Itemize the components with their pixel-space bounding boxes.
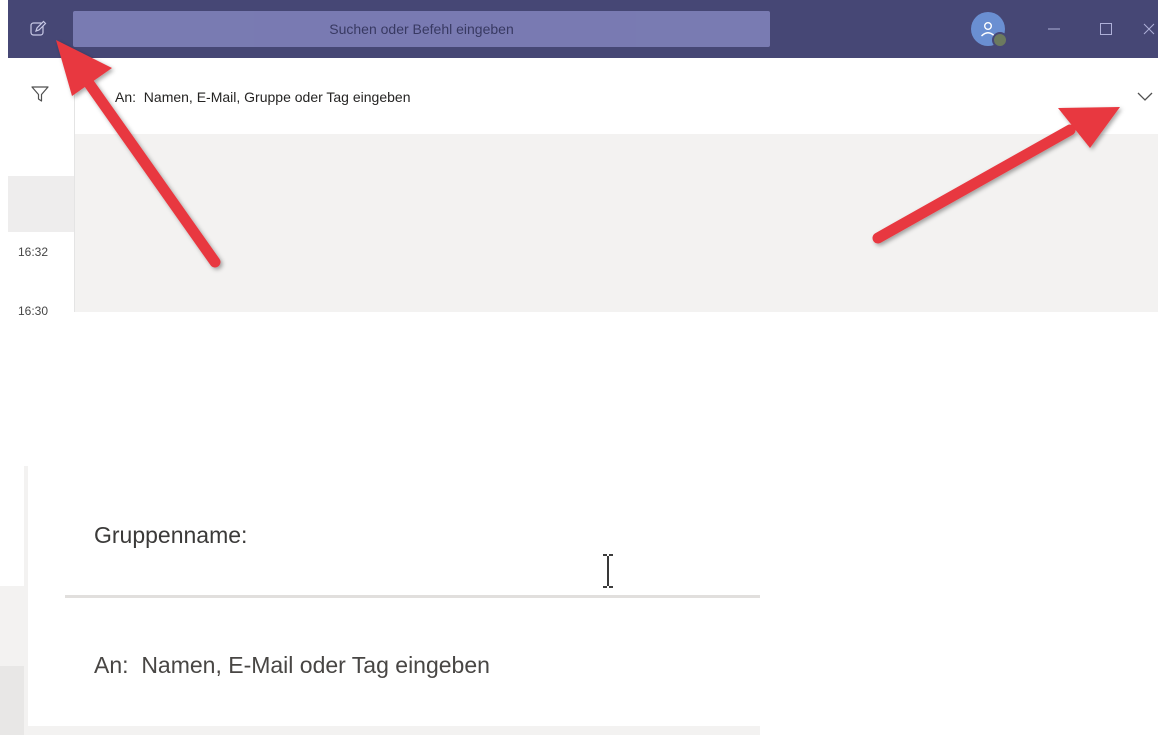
maximize-icon: [1100, 23, 1112, 35]
minimize-icon: [1048, 28, 1060, 30]
title-bar: Suchen oder Befehl eingeben: [8, 0, 1158, 58]
recipient-field[interactable]: An: Namen, E-Mail, Gruppe oder Tag einge…: [115, 89, 410, 105]
recipient-row[interactable]: An: Namen, E-Mail, Gruppe oder Tag einge…: [75, 58, 1158, 134]
zoomed-group-chat-inset: Gruppenname: An: Namen, E-Mail oder Tag …: [0, 466, 764, 735]
to-label: An:: [115, 89, 137, 105]
inset-left-strip: [0, 666, 24, 735]
close-button[interactable]: [1140, 15, 1158, 43]
chat-time: 16:30: [18, 304, 49, 318]
new-chat-button[interactable]: [22, 13, 54, 45]
recipient-placeholder: Namen, E-Mail, Gruppe oder Tag eingeben: [143, 89, 411, 105]
maximize-button[interactable]: [1092, 15, 1120, 43]
expand-recipients-button[interactable]: [1133, 84, 1157, 108]
chat-time: 16:32: [18, 245, 49, 259]
minimize-button[interactable]: [1040, 15, 1068, 43]
avatar[interactable]: [971, 12, 1008, 48]
group-chat-card: Gruppenname: An: Namen, E-Mail oder Tag …: [28, 466, 764, 726]
filter-button[interactable]: [28, 82, 52, 106]
to-label: An:: [94, 652, 129, 678]
chat-list-item-selected[interactable]: [8, 176, 74, 232]
presence-status-icon: [992, 32, 1008, 48]
conversation-area: [75, 134, 1158, 312]
recipient-placeholder: Namen, E-Mail oder Tag eingeben: [141, 652, 490, 678]
search-placeholder: Suchen oder Befehl eingeben: [329, 21, 514, 37]
group-name-label: Gruppenname:: [94, 522, 248, 548]
compose-icon: [30, 20, 47, 36]
group-name-input[interactable]: [65, 548, 764, 596]
divider: [65, 595, 760, 598]
chat-list-pane: 16:32 16:30: [8, 58, 75, 318]
chevron-down-icon: [1137, 92, 1153, 101]
filter-icon: [31, 86, 49, 102]
search-input[interactable]: Suchen oder Befehl eingeben: [73, 11, 770, 47]
inset-left-strip: [0, 466, 24, 586]
group-recipient-field[interactable]: An: Namen, E-Mail oder Tag eingeben: [94, 652, 490, 679]
close-icon: [1143, 23, 1155, 35]
text-cursor-icon: [603, 554, 613, 588]
